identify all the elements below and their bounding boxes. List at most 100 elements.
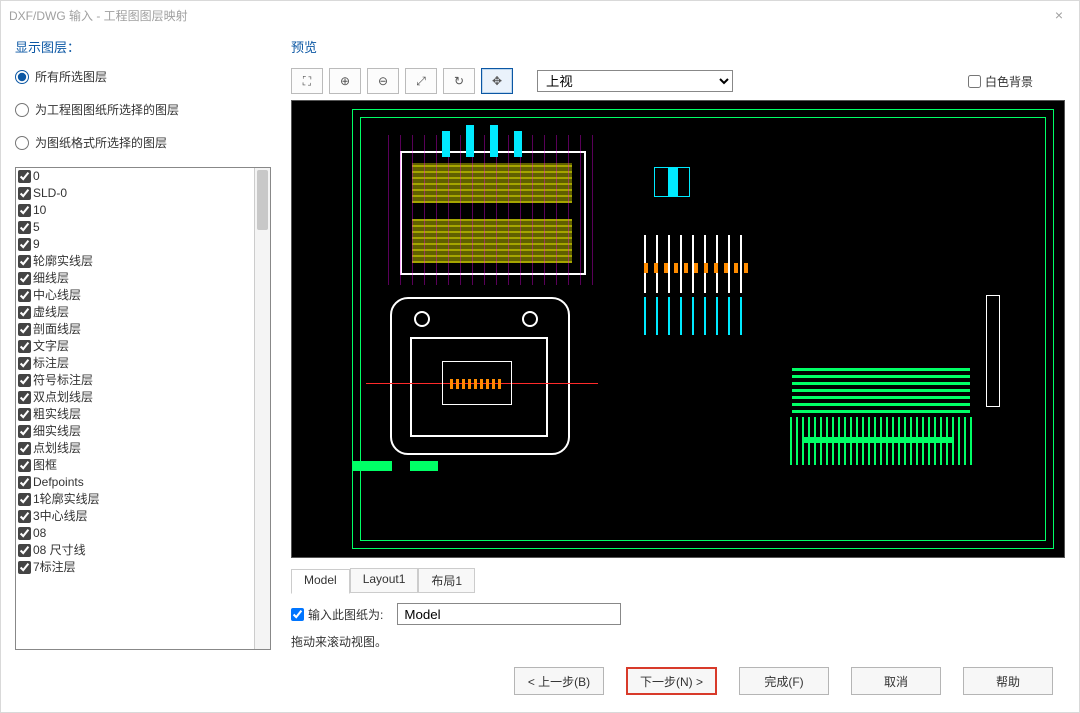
layer-name: 10	[33, 202, 46, 219]
radio-sheet-format-layers[interactable]: 为图纸格式所选择的图层	[15, 134, 271, 151]
dialog-body: 显示图层： 所有所选图层 为工程图图纸所选择的图层 为图纸格式所选择的图层 0S…	[1, 29, 1079, 650]
layer-name: 双点划线层	[33, 389, 93, 406]
layer-name: 粗实线层	[33, 406, 81, 423]
layer-item[interactable]: 0	[16, 168, 254, 185]
radio-all-label: 所有所选图层	[35, 68, 107, 85]
layer-checkbox[interactable]	[18, 374, 31, 387]
layer-checkbox[interactable]	[18, 255, 31, 268]
import-as-input[interactable]	[291, 608, 304, 621]
radio-all-selected-layers[interactable]: 所有所选图层	[15, 68, 271, 85]
scrollbar-vertical[interactable]	[254, 168, 270, 649]
layer-checkbox[interactable]	[18, 289, 31, 302]
layer-scroll[interactable]: 0SLD-01059轮廓实线层细线层中心线层虚线层剖面线层文字层标注层符号标注层…	[16, 168, 254, 649]
view-orientation-select[interactable]: 上视	[537, 70, 733, 92]
close-icon[interactable]: ×	[1047, 3, 1071, 27]
layer-item[interactable]: 文字层	[16, 338, 254, 355]
zoom-area-icon: ⛶	[303, 74, 311, 89]
layer-listbox: 0SLD-01059轮廓实线层细线层中心线层虚线层剖面线层文字层标注层符号标注层…	[15, 167, 271, 650]
radio-drawing-sheet-layers[interactable]: 为工程图图纸所选择的图层	[15, 101, 271, 118]
layer-checkbox[interactable]	[18, 306, 31, 319]
layer-item[interactable]: 双点划线层	[16, 389, 254, 406]
layer-checkbox[interactable]	[18, 493, 31, 506]
layer-checkbox[interactable]	[18, 323, 31, 336]
tab-layout1[interactable]: Layout1	[350, 568, 419, 593]
titlebar: DXF/DWG 输入 - 工程图图层映射 ×	[1, 1, 1079, 29]
layer-checkbox[interactable]	[18, 561, 31, 574]
layer-name: SLD-0	[33, 185, 67, 202]
layer-checkbox[interactable]	[18, 221, 31, 234]
layer-item[interactable]: 10	[16, 202, 254, 219]
layer-item[interactable]: 轮廓实线层	[16, 253, 254, 270]
layer-checkbox[interactable]	[18, 272, 31, 285]
refresh-button[interactable]: ↻	[443, 68, 475, 94]
layer-name: 中心线层	[33, 287, 81, 304]
back-button[interactable]: < 上一步(B)	[514, 667, 604, 695]
import-row: 输入此图纸为:	[291, 603, 1065, 625]
zoom-fit-icon: ⤢	[416, 74, 426, 89]
layer-name: 0	[33, 168, 40, 185]
layer-item[interactable]: 5	[16, 219, 254, 236]
layer-checkbox[interactable]	[18, 408, 31, 421]
layer-checkbox[interactable]	[18, 510, 31, 523]
layer-name: 虚线层	[33, 304, 69, 321]
layer-item[interactable]: 08	[16, 525, 254, 542]
layer-checkbox[interactable]	[18, 340, 31, 353]
radio-format-input[interactable]	[15, 136, 29, 150]
layer-checkbox[interactable]	[18, 442, 31, 455]
zoom-fit-button[interactable]: ⤢	[405, 68, 437, 94]
layer-item[interactable]: 粗实线层	[16, 406, 254, 423]
layer-checkbox[interactable]	[18, 476, 31, 489]
layer-item[interactable]: 点划线层	[16, 440, 254, 457]
zoom-in-button[interactable]: ⊕	[329, 68, 361, 94]
finish-button[interactable]: 完成(F)	[739, 667, 829, 695]
white-bg-input[interactable]	[968, 75, 981, 88]
layer-item[interactable]: 细线层	[16, 270, 254, 287]
layer-checkbox[interactable]	[18, 425, 31, 438]
layer-checkbox[interactable]	[18, 544, 31, 557]
tab-model[interactable]: Model	[291, 569, 350, 594]
radio-all-input[interactable]	[15, 70, 29, 84]
sheet-tabs: Model Layout1 布局1	[291, 568, 1065, 593]
layer-item[interactable]: 图框	[16, 457, 254, 474]
next-button[interactable]: 下一步(N) >	[626, 667, 717, 695]
cancel-button[interactable]: 取消	[851, 667, 941, 695]
preview-toolbar: ⛶ ⊕ ⊖ ⤢ ↻ ✥ 上视 白色背景	[291, 68, 1065, 94]
button-bar: < 上一步(B) 下一步(N) > 完成(F) 取消 帮助	[1, 650, 1079, 712]
layer-item[interactable]: SLD-0	[16, 185, 254, 202]
layer-checkbox[interactable]	[18, 459, 31, 472]
layer-item[interactable]: 虚线层	[16, 304, 254, 321]
layer-item[interactable]: 剖面线层	[16, 321, 254, 338]
layer-item[interactable]: 细实线层	[16, 423, 254, 440]
layer-item[interactable]: 08 尺寸线	[16, 542, 254, 559]
help-button[interactable]: 帮助	[963, 667, 1053, 695]
layer-item[interactable]: 符号标注层	[16, 372, 254, 389]
zoom-area-button[interactable]: ⛶	[291, 68, 323, 94]
radio-drawing-input[interactable]	[15, 103, 29, 117]
layer-item[interactable]: 7标注层	[16, 559, 254, 576]
layer-name: 7标注层	[33, 559, 76, 576]
layer-checkbox[interactable]	[18, 204, 31, 217]
layer-checkbox[interactable]	[18, 527, 31, 540]
import-as-checkbox[interactable]: 输入此图纸为:	[291, 606, 383, 623]
layer-item[interactable]: 1轮廓实线层	[16, 491, 254, 508]
dialog-window: DXF/DWG 输入 - 工程图图层映射 × 显示图层： 所有所选图层 为工程图…	[0, 0, 1080, 713]
tab-layout2[interactable]: 布局1	[418, 568, 475, 593]
white-background-checkbox[interactable]: 白色背景	[968, 73, 1033, 90]
layer-name: 1轮廓实线层	[33, 491, 100, 508]
layer-checkbox[interactable]	[18, 187, 31, 200]
zoom-out-button[interactable]: ⊖	[367, 68, 399, 94]
pan-button[interactable]: ✥	[481, 68, 513, 94]
layer-item[interactable]: 9	[16, 236, 254, 253]
preview-canvas[interactable]	[291, 100, 1065, 558]
layer-checkbox[interactable]	[18, 357, 31, 370]
import-as-field[interactable]	[397, 603, 621, 625]
layer-checkbox[interactable]	[18, 238, 31, 251]
layer-checkbox[interactable]	[18, 170, 31, 183]
radio-format-label: 为图纸格式所选择的图层	[35, 134, 167, 151]
layer-checkbox[interactable]	[18, 391, 31, 404]
layer-item[interactable]: 3中心线层	[16, 508, 254, 525]
layer-name: 3中心线层	[33, 508, 88, 525]
layer-item[interactable]: 中心线层	[16, 287, 254, 304]
layer-item[interactable]: 标注层	[16, 355, 254, 372]
layer-item[interactable]: Defpoints	[16, 474, 254, 491]
